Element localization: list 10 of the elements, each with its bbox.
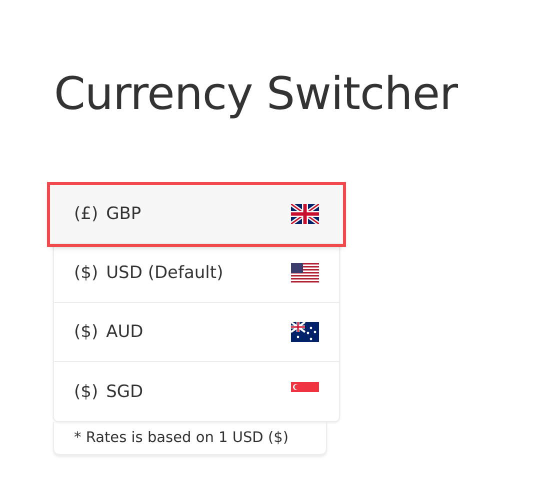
flag-icon [291,382,319,392]
currency-option[interactable]: ($) USD (Default) [54,244,339,303]
flag-icon [291,263,319,283]
flag-icon [291,322,319,342]
currency-option[interactable]: ($) SGD [54,362,339,421]
page-title: Currency Switcher [54,66,459,122]
flag-icon [291,204,319,224]
currency-option[interactable]: ($) AUD [54,303,339,362]
currency-option[interactable]: (£) GBP [50,185,343,244]
rates-note: * Rates is based on 1 USD ($) [53,422,327,455]
